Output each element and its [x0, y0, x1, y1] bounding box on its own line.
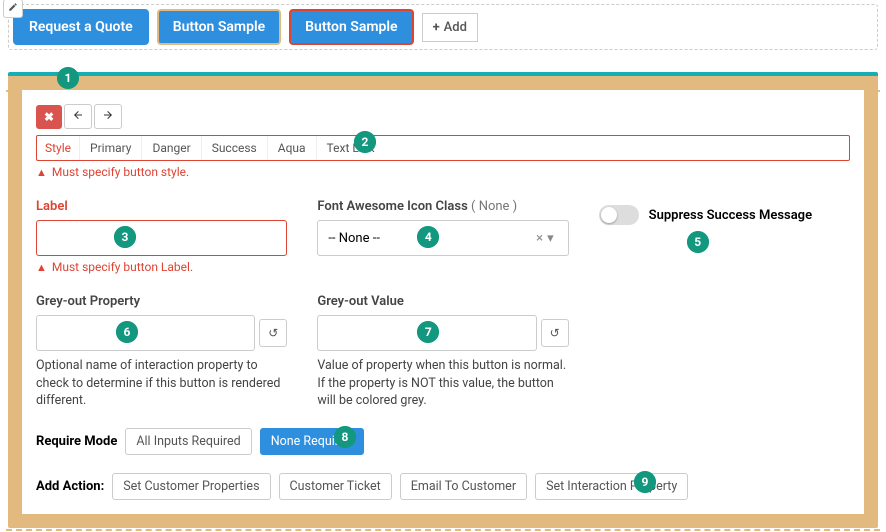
undo-icon: ↺	[268, 326, 278, 340]
greyval-label: Grey-out Value	[317, 294, 568, 309]
close-icon: ✖	[44, 110, 54, 124]
style-option-success[interactable]: Success	[201, 136, 267, 160]
request-quote-button[interactable]: Request a Quote	[13, 9, 149, 45]
warning-icon: ▲	[36, 166, 47, 179]
back-button[interactable]	[64, 104, 92, 129]
style-error: ▲ Must specify button style.	[36, 165, 850, 179]
require-mode-label: Require Mode	[36, 434, 117, 449]
plus-icon: +	[433, 20, 440, 35]
chevron-down-icon[interactable]: ▾	[547, 231, 558, 246]
button-sample-1[interactable]: Button Sample	[157, 9, 281, 45]
style-option-aqua[interactable]: Aqua	[267, 136, 316, 160]
clear-icon[interactable]: ×	[536, 231, 547, 246]
callout-badge: 3	[114, 226, 136, 248]
add-action-label: Add Action:	[36, 479, 104, 494]
top-button-bar: Request a Quote Button Sample Button Sam…	[8, 4, 878, 50]
style-option-primary[interactable]: Primary	[79, 136, 141, 160]
icon-field-block: Font Awesome Icon Class ( None ) -- None…	[317, 199, 568, 274]
suppress-label: Suppress Success Message	[649, 208, 812, 223]
action-set-interaction-property[interactable]: Set Interaction Property	[535, 473, 688, 500]
action-set-customer-properties[interactable]: Set Customer Properties	[112, 473, 270, 500]
greyprop-revert-button[interactable]: ↺	[259, 319, 287, 347]
style-selector: Style Primary Danger Success Aqua Text L…	[36, 135, 850, 161]
callout-badge: 8	[334, 426, 356, 448]
callout-badge: 2	[354, 131, 376, 153]
panel-toolbar: ✖ 1	[36, 104, 850, 129]
add-button[interactable]: +Add	[422, 13, 478, 42]
arrow-left-icon	[72, 109, 84, 124]
arrow-right-icon	[102, 109, 114, 124]
require-mode-row: Require Mode All Inputs Required None Re…	[36, 428, 850, 455]
greyval-revert-button[interactable]: ↺	[541, 319, 569, 347]
button-sample-2[interactable]: Button Sample	[289, 9, 413, 45]
edit-icon[interactable]	[3, 0, 23, 18]
greyval-block: Grey-out Value ↺ 7 Value of property whe…	[317, 294, 568, 410]
editor-panel: ✖ 1 Style Primary Danger Success Aqua Te…	[22, 90, 864, 514]
label-field-label: Label	[36, 199, 287, 214]
greyprop-help: Optional name of interaction property to…	[36, 357, 287, 410]
label-field-block: Label 3 ▲ Must specify button Label.	[36, 199, 287, 274]
editor-panel-wrap: ✖ 1 Style Primary Danger Success Aqua Te…	[8, 72, 878, 528]
undo-icon: ↺	[550, 326, 560, 340]
action-customer-ticket[interactable]: Customer Ticket	[279, 473, 392, 500]
label-input[interactable]	[36, 220, 287, 256]
warning-icon: ▲	[36, 261, 47, 274]
style-option-danger[interactable]: Danger	[141, 136, 200, 160]
callout-badge: 1	[57, 67, 79, 89]
icon-select[interactable]: -- None -- ×▾	[317, 220, 568, 256]
action-email-to-customer[interactable]: Email To Customer	[400, 473, 527, 500]
forward-button[interactable]	[94, 104, 122, 129]
callout-badge: 9	[634, 471, 656, 493]
label-field-error: ▲ Must specify button Label.	[36, 260, 287, 274]
callout-badge: 6	[116, 321, 138, 343]
callout-badge: 5	[687, 231, 709, 253]
suppress-block: Suppress Success Message 5	[599, 199, 850, 274]
greyprop-label: Grey-out Property	[36, 294, 287, 309]
close-button[interactable]: ✖	[36, 105, 62, 129]
greyval-help: Value of property when this button is no…	[317, 357, 568, 410]
add-action-row: Add Action: Set Customer Properties Cust…	[36, 473, 850, 500]
greyprop-input[interactable]	[36, 315, 255, 351]
require-mode-all[interactable]: All Inputs Required	[125, 428, 251, 455]
icon-selected-value: -- None --	[328, 231, 380, 246]
icon-field-label: Font Awesome Icon Class ( None )	[317, 199, 568, 214]
greyprop-block: Grey-out Property ↺ 6 Optional name of i…	[36, 294, 287, 410]
style-label: Style	[37, 136, 79, 160]
suppress-toggle[interactable]	[599, 205, 639, 225]
select-actions: ×▾	[536, 231, 557, 246]
